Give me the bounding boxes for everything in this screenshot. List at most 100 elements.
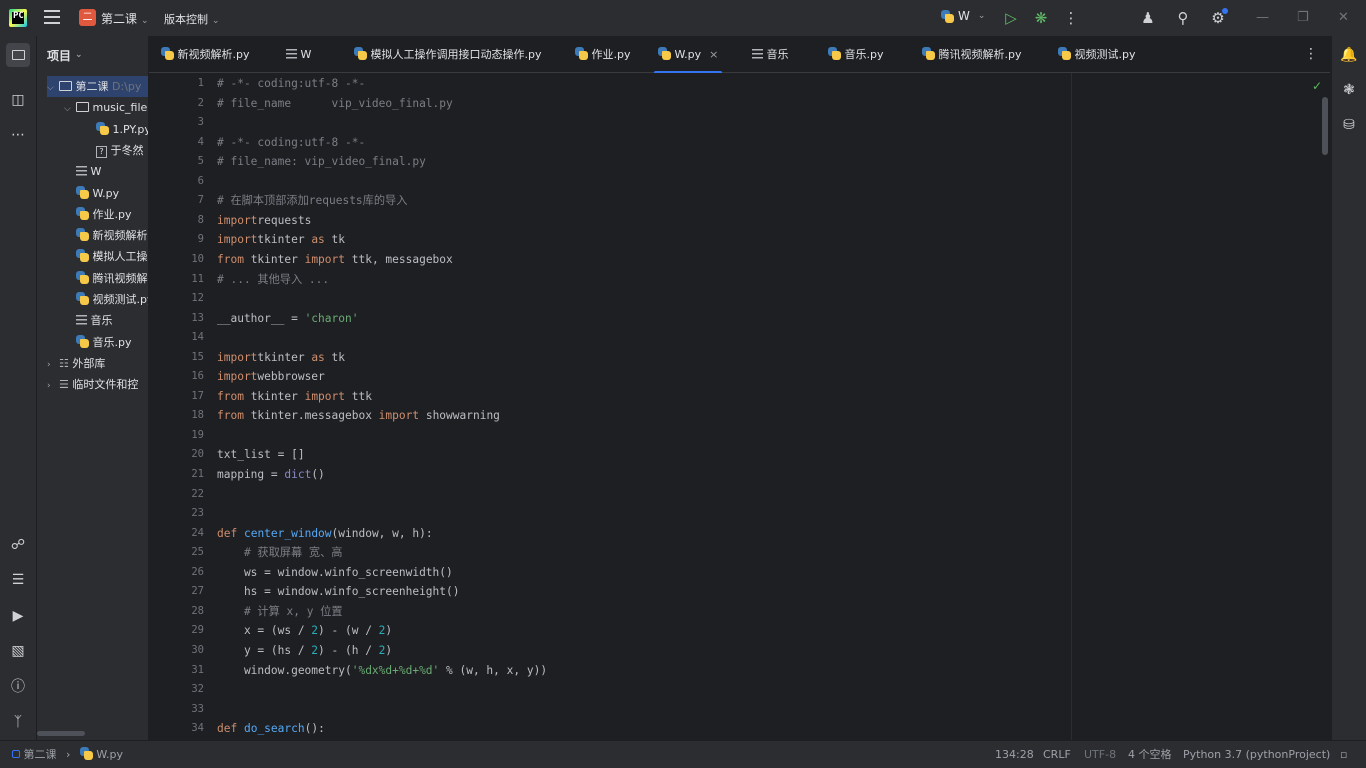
project-switcher[interactable]: 第二课 ⌄	[101, 10, 149, 27]
vcs-menu[interactable]: 版本控制 ⌄	[164, 11, 220, 27]
tree-item[interactable]: 作业.py	[64, 204, 132, 225]
breadcrumb-project[interactable]: 第二课	[24, 748, 57, 761]
code-line[interactable]: __author__ = 'charon'	[217, 309, 358, 329]
tree-item[interactable]: ? 于冬然	[84, 140, 144, 161]
python-packages-icon[interactable]: ☍	[6, 533, 30, 557]
tree-item[interactable]: 模拟人工操	[64, 246, 148, 267]
tree-item-label: 新视频解析	[92, 229, 148, 243]
editor-tab[interactable]: W.py ×	[653, 36, 723, 74]
chevron-down-icon[interactable]: ⌵	[64, 99, 76, 120]
code-line[interactable]: # ... 其他导入 ...	[217, 270, 329, 290]
editor-tab[interactable]: 模拟人工操作调用接口动态操作.py	[354, 36, 542, 73]
code-token: # 计算 x, y 位置	[243, 604, 343, 618]
python-interpreter[interactable]: Python 3.7 (pythonProject)	[1183, 741, 1330, 768]
close-icon[interactable]: ✕	[1338, 10, 1349, 25]
settings-icon[interactable]: ⚙	[1209, 8, 1228, 27]
tree-item[interactable]: 腾讯视频解	[64, 268, 148, 289]
code-line[interactable]: # -*- coding:utf-8 -*-	[217, 133, 365, 153]
structure-tool-icon[interactable]: ◫	[6, 88, 30, 112]
code-line[interactable]: # 获取屏幕 宽、高	[217, 543, 343, 563]
editor-tab[interactable]: 腾讯视频解析.py	[922, 36, 1022, 73]
code-line[interactable]: importtkinter as tk	[217, 230, 345, 250]
tree-item[interactable]: 1.PY.py	[84, 119, 148, 140]
code-line[interactable]: from tkinter import ttk	[217, 387, 372, 407]
minimize-icon[interactable]: —	[1256, 10, 1269, 25]
tree-item[interactable]: 新视频解析	[64, 225, 148, 246]
ai-assistant-icon[interactable]: ❃	[1338, 79, 1360, 101]
editor-tab[interactable]: 新视频解析.py	[161, 36, 250, 73]
editor-tab[interactable]: 作业.py	[575, 36, 631, 73]
code-line[interactable]: # file_name vip_video_final.py	[217, 94, 453, 114]
chevron-right-icon[interactable]: ›	[47, 355, 59, 376]
more-tools-icon[interactable]: ⋯	[6, 123, 30, 147]
project-tool-icon[interactable]	[6, 43, 30, 67]
debug-icon[interactable]: ❋	[1032, 9, 1050, 27]
close-tab-icon[interactable]: ×	[709, 48, 718, 61]
no-problems-check-icon[interactable]: ✓	[1312, 79, 1322, 93]
code-token: hs = window.winfo_screenheight()	[217, 585, 460, 599]
database-icon[interactable]: ⛁	[1338, 114, 1360, 136]
tree-item[interactable]: › ☰ 临时文件和控	[47, 374, 138, 395]
editor-tab[interactable]: 音乐	[752, 36, 789, 73]
notifications-icon[interactable]: 🔔	[1338, 44, 1360, 66]
search-icon[interactable]: ⚲	[1174, 9, 1192, 27]
tree-item[interactable]: ⌵ 第二课 D:\py	[47, 76, 148, 97]
code-line[interactable]: # file_name: vip_video_final.py	[217, 152, 426, 172]
main-menu-icon[interactable]	[44, 10, 60, 24]
editor-tab[interactable]: W	[286, 36, 311, 73]
run-icon[interactable]: ▷	[1002, 9, 1020, 27]
editor-tab[interactable]: 音乐.py	[828, 36, 884, 73]
run-config-selector[interactable]: W ⌄	[941, 9, 985, 23]
code-line[interactable]: # 计算 x, y 位置	[217, 602, 343, 622]
code-line[interactable]: hs = window.winfo_screenheight()	[217, 582, 460, 602]
tree-item[interactable]: W.py	[64, 183, 119, 204]
tree-item[interactable]: 音乐	[64, 310, 113, 331]
code-line[interactable]: importwebbrowser	[217, 367, 325, 387]
tree-item[interactable]: ⌵ music_file	[64, 97, 147, 118]
lock-icon[interactable]: ▫	[1340, 741, 1347, 768]
caret-position[interactable]: 134:28	[995, 741, 1034, 768]
code-editor[interactable]: 1 2 3 4 5 6 7 8 9 10 11 12 13 14 15 16 17 18 19 20 21 22 23 24 2…	[149, 73, 1330, 740]
tree-item[interactable]: W	[64, 161, 101, 182]
problems-icon[interactable]: ⓘ	[6, 675, 30, 699]
tree-item[interactable]: › ☷ 外部库	[47, 353, 105, 374]
chevron-down-icon[interactable]: ⌵	[47, 78, 59, 99]
code-line[interactable]: importrequests	[217, 211, 311, 231]
chevron-right-icon[interactable]: ›	[47, 376, 59, 397]
tree-item[interactable]: 视频测试.py	[64, 289, 148, 310]
code-line[interactable]: from tkinter import ttk, messagebox	[217, 250, 453, 270]
pycharm-logo-icon[interactable]: PC	[9, 9, 27, 27]
services-icon[interactable]: ▶	[6, 604, 30, 628]
breadcrumb-file[interactable]: W.py	[96, 748, 123, 761]
code-line[interactable]: mapping = dict()	[217, 465, 325, 485]
code-line[interactable]: importtkinter as tk	[217, 348, 345, 368]
vertical-scrollbar[interactable]	[1322, 97, 1328, 155]
code-line[interactable]: window.geometry('%dx%d+%d+%d' % (w, h, x…	[217, 661, 547, 681]
file-encoding[interactable]: UTF-8	[1084, 741, 1116, 768]
code-line[interactable]: def do_search():	[217, 719, 325, 739]
code-line[interactable]: def center_window(window, w, h):	[217, 524, 433, 544]
more-actions-icon[interactable]: ⋮	[1062, 9, 1080, 27]
horizontal-scrollbar[interactable]	[37, 731, 85, 736]
tabs-more-icon[interactable]: ⋮	[1304, 36, 1318, 73]
code-token: tk	[324, 350, 346, 364]
terminal-icon[interactable]: ▧	[6, 639, 30, 663]
add-user-icon[interactable]: ♟	[1139, 9, 1157, 27]
code-line[interactable]: from tkinter.messagebox import showwarni…	[217, 406, 500, 426]
code-line[interactable]: # 在脚本顶部添加requests库的导入	[217, 191, 407, 211]
code-line[interactable]: x = (ws / 2) - (w / 2)	[217, 621, 392, 641]
code-line[interactable]: ws = window.winfo_screenwidth()	[217, 563, 453, 583]
git-icon[interactable]: ᛉ	[6, 710, 30, 734]
code-line[interactable]: y = (hs / 2) - (h / 2)	[217, 641, 392, 661]
project-panel-header[interactable]: 项目 ⌄	[37, 36, 148, 74]
layers-icon[interactable]: ☰	[6, 568, 30, 592]
code-line[interactable]: # -*- coding:utf-8 -*-	[217, 74, 365, 94]
tree-item[interactable]: 音乐.py	[64, 332, 132, 353]
restore-icon[interactable]: ❐	[1297, 10, 1309, 25]
code-line[interactable]: txt_list = []	[217, 445, 305, 465]
indent-setting[interactable]: 4 个空格	[1128, 741, 1172, 768]
code-token: import	[304, 252, 345, 266]
editor-tab[interactable]: 视频测试.py	[1058, 36, 1136, 73]
line-separator[interactable]: CRLF	[1043, 741, 1071, 768]
project-badge[interactable]: 二	[79, 9, 96, 26]
